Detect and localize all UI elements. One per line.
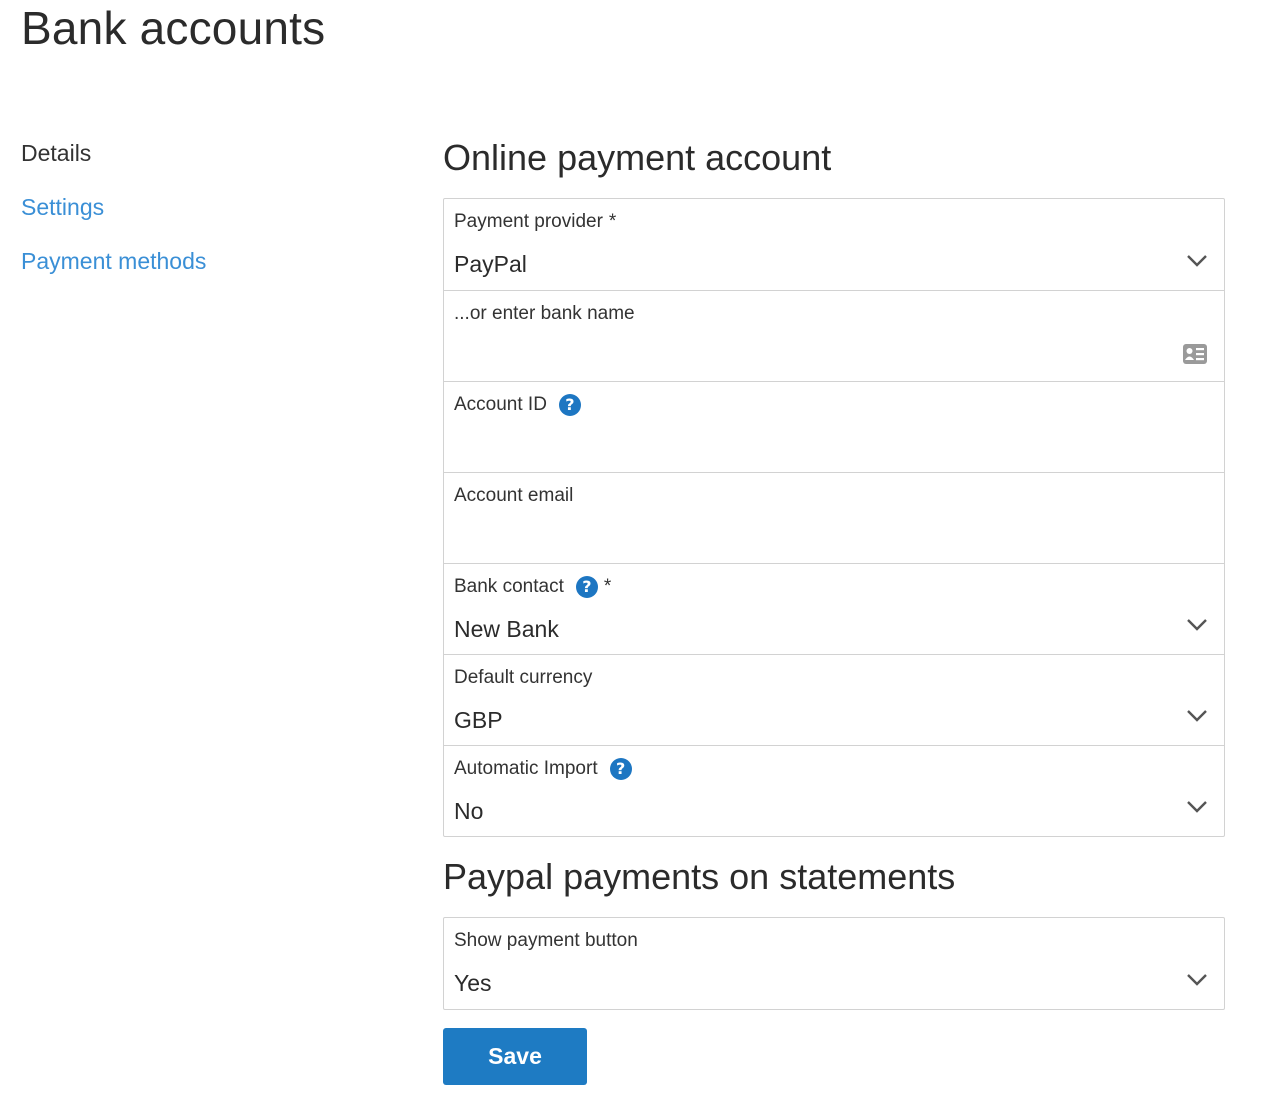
account-email-label: Account email (454, 485, 574, 506)
sidebar-item-settings[interactable]: Settings (21, 192, 206, 246)
sidebar-item-payment-methods[interactable]: Payment methods (21, 246, 206, 300)
sidebar-item-details[interactable]: Details (21, 138, 206, 192)
automatic-import-label: Automatic Import (454, 758, 598, 779)
account-email-label-row: Account email (454, 483, 1214, 509)
payment-provider-label: Payment provider (454, 211, 603, 232)
bank-contact-value: New Bank (454, 616, 559, 642)
payment-provider-select[interactable]: Payment provider * PayPal (444, 199, 1224, 290)
bank-name-input[interactable]: ...or enter bank name (444, 290, 1224, 381)
automatic-import-label-row: Automatic Import ? (454, 756, 1214, 782)
show-payment-button-label-row: Show payment button (454, 928, 1214, 954)
help-icon[interactable]: ? (575, 576, 598, 598)
default-currency-select[interactable]: Default currency GBP (444, 654, 1224, 745)
page-title: Bank accounts (21, 2, 326, 54)
account-id-label-row: Account ID ? (454, 392, 1214, 418)
chevron-down-icon[interactable] (1186, 973, 1208, 987)
bank-name-value (454, 341, 1214, 371)
required-marker: * (603, 576, 612, 597)
automatic-import-select[interactable]: Automatic Import ? No (444, 745, 1224, 836)
bank-contact-select[interactable]: Bank contact ? * New Bank (444, 563, 1224, 654)
bank-contact-label-row: Bank contact ? * (454, 574, 1214, 600)
section-title-paypal-statements: Paypal payments on statements (443, 856, 956, 897)
account-id-label: Account ID (454, 394, 547, 415)
bank-contact-label: Bank contact (454, 576, 564, 597)
automatic-import-value: No (454, 798, 484, 824)
show-payment-button-select[interactable]: Show payment button Yes (444, 918, 1224, 1009)
chevron-down-icon[interactable] (1186, 254, 1208, 268)
account-email-value (454, 523, 1214, 553)
sidebar-nav: Details Settings Payment methods (21, 138, 206, 300)
contact-card-icon[interactable] (1182, 343, 1208, 365)
chevron-down-icon[interactable] (1186, 618, 1208, 632)
show-payment-button-label: Show payment button (454, 930, 638, 951)
bank-name-label: ...or enter bank name (454, 303, 635, 324)
account-id-value (454, 432, 1214, 462)
chevron-down-icon[interactable] (1186, 800, 1208, 814)
save-button[interactable]: Save (443, 1028, 587, 1085)
default-currency-label: Default currency (454, 667, 593, 688)
section-title-online-payment: Online payment account (443, 137, 832, 178)
payment-provider-label-row: Payment provider * (454, 209, 1214, 235)
bank-name-label-row: ...or enter bank name (454, 301, 1214, 327)
payment-provider-value: PayPal (454, 251, 527, 277)
online-payment-form: Payment provider * PayPal ...or enter ba… (443, 198, 1225, 837)
account-id-input[interactable]: Account ID ? (444, 381, 1224, 472)
main-content: Online payment account Payment provider … (443, 136, 1225, 1085)
help-icon[interactable]: ? (609, 758, 632, 780)
default-currency-value: GBP (454, 707, 503, 733)
paypal-statements-form: Show payment button Yes (443, 917, 1225, 1010)
show-payment-button-value: Yes (454, 970, 492, 996)
default-currency-label-row: Default currency (454, 665, 1214, 691)
required-marker: * (608, 211, 617, 232)
help-icon[interactable]: ? (558, 394, 581, 416)
account-email-input[interactable]: Account email (444, 472, 1224, 563)
chevron-down-icon[interactable] (1186, 709, 1208, 723)
